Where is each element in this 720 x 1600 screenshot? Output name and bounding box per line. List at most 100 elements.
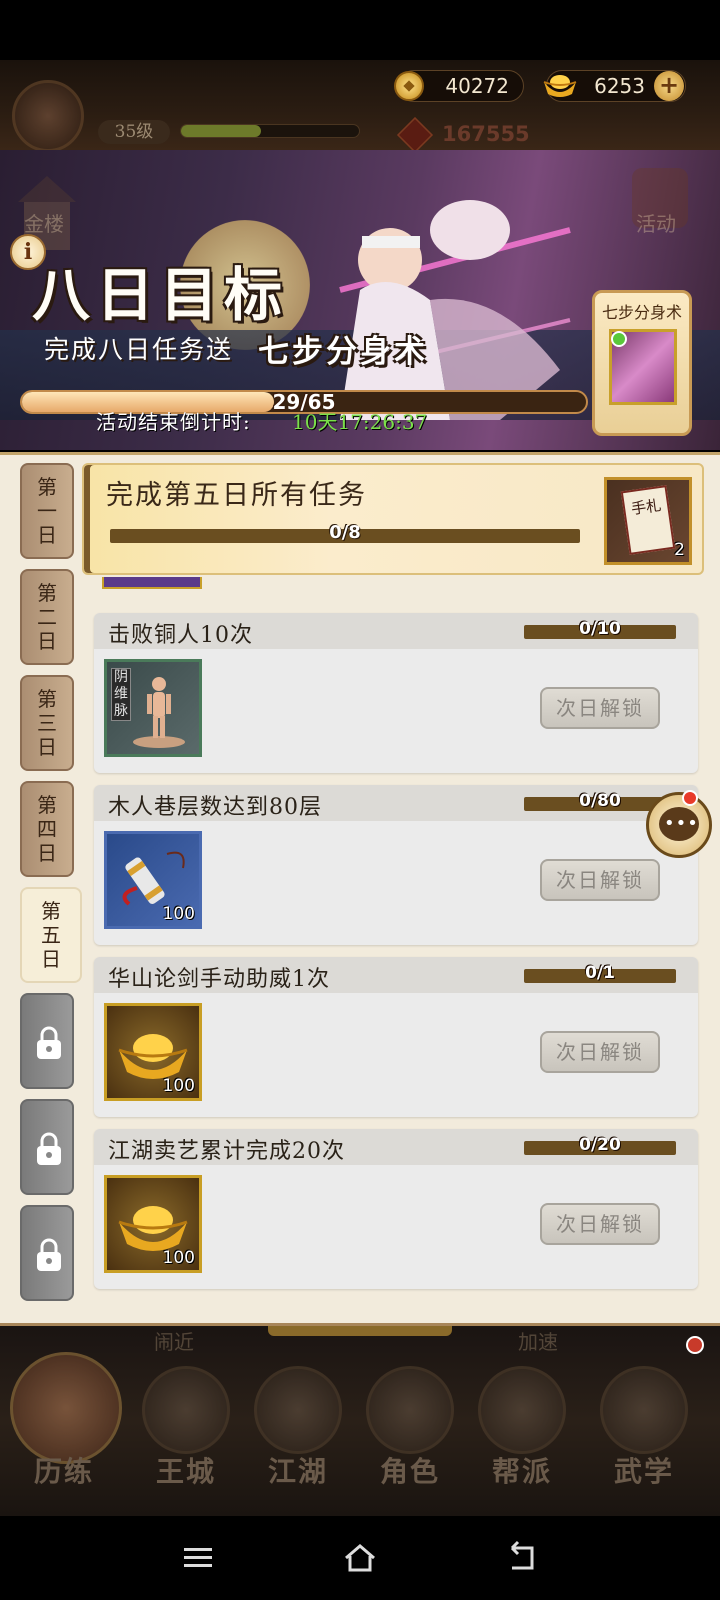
martial-arts-icon [600,1366,688,1454]
reward-item[interactable]: 100 [104,1003,202,1101]
nav-label: 角色 [379,1455,440,1488]
nav-martial-arts[interactable]: 武学 [596,1366,692,1506]
reward-item[interactable]: 100 [104,831,202,929]
status-bar [0,0,720,60]
gold-ingot-icon [543,75,577,97]
green-badge-icon [611,331,627,347]
tab-text: 五 [41,923,61,947]
day-task-title: 完成第五日所有任务 [106,480,367,511]
previous-item-stub [102,577,202,589]
item-count: 100 [162,1248,195,1268]
add-ingots-button[interactable]: + [654,71,684,101]
item-count: 100 [162,1076,195,1096]
nav-character[interactable]: 角色 [362,1366,458,1506]
chat-button[interactable]: ••• [646,792,712,858]
tab-day-6-locked[interactable] [20,993,74,1089]
tab-day-1[interactable]: 第一日 [20,463,74,559]
task-progress-bar: 0/20 [524,1135,676,1155]
task-header: 华山论剑手动助威1次 0/1 [94,957,698,993]
notification-dot [682,790,698,806]
task-panel: 第一日 第二日 第三日 第四日 第五日 完成第五日所有任务 0/8 手札 2 击… [0,452,720,1326]
coin-icon [394,71,424,101]
tab-text: 三 [37,711,57,735]
nav-jianghu[interactable]: 江湖 [250,1366,346,1506]
task-progress-bar: 0/10 [524,619,676,639]
tab-text: 第 [41,899,61,923]
top-hud: 35级 40272 6253 + 167555 [0,60,720,154]
tab-text: 第 [37,475,57,499]
lock-icon [37,1238,61,1271]
back-icon[interactable] [502,1538,542,1578]
tab-text: 日 [37,735,57,759]
day-reward-item[interactable]: 手札 2 [604,477,692,565]
nav-training[interactable]: 历练 [10,1352,122,1506]
tab-day-2[interactable]: 第二日 [20,569,74,665]
bottom-nav: 闹近 加速 历练 王城 江湖 角色 帮派 武学 [0,1326,720,1516]
exp-bar [180,124,360,138]
item-count: 100 [162,904,195,924]
manual-book-icon: 手札 [620,485,676,555]
exp-bar-fill [181,125,262,137]
task-title: 击败铜人10次 [108,623,253,648]
ingot-amount: 6253 [594,74,645,98]
task-progress: 0/20 [579,1135,621,1155]
day-task-progress-bar: 0/8 [110,522,580,543]
tab-text: 第 [37,793,57,817]
task-title: 华山论剑手动助威1次 [108,967,330,992]
nav-label: 武学 [613,1455,674,1488]
nav-guild[interactable]: 帮派 [474,1366,570,1506]
final-reward-card[interactable]: 七步分身术 [592,290,692,436]
combat-power: 167555 [396,116,530,154]
task-card: 华山论剑手动助威1次 0/1 100 次日解锁 [94,957,698,1117]
task-progress: 0/1 [585,963,615,983]
reward-item[interactable]: 100 [104,1175,202,1273]
tab-day-8-locked[interactable] [20,1205,74,1301]
coin-amount: 40272 [445,74,509,98]
side-building-label: 金楼 [24,212,64,236]
task-card: 木人巷层数达到80层 0/80 100 次日解锁 [94,785,698,945]
unlock-next-day-button[interactable]: 次日解锁 [540,1203,660,1245]
ghost-center-bar [268,1326,452,1336]
menu-icon[interactable] [178,1538,218,1578]
nav-label: 历练 [33,1455,94,1488]
reward-item[interactable]: 阴维脉 [104,659,202,757]
nav-label: 王城 [155,1455,216,1488]
tab-day-5[interactable]: 第五日 [20,887,82,983]
task-title: 江湖卖艺累计完成20次 [108,1139,345,1164]
unlock-next-day-button[interactable]: 次日解锁 [540,1031,660,1073]
day-complete-task: 完成第五日所有任务 0/8 手札 2 [82,463,704,575]
task-header: 击败铜人10次 0/10 [94,613,698,649]
side-activity-label: 活动 [636,212,676,236]
unlock-next-day-button[interactable]: 次日解锁 [540,687,660,729]
royal-city-icon [142,1366,230,1454]
player-avatar[interactable] [12,80,84,152]
tab-day-4[interactable]: 第四日 [20,781,74,877]
task-card: 击败铜人10次 0/10 阴维脉 次日解锁 [94,613,698,773]
power-icon [396,116,434,154]
task-progress: 0/10 [579,619,621,639]
task-progress-bar: 0/1 [524,963,676,983]
day-task-progress: 0/8 [329,522,361,543]
final-reward-title: 七步分身术 [601,303,682,322]
home-icon[interactable] [340,1538,380,1578]
nav-label: 江湖 [267,1455,328,1488]
tab-text: 四 [37,817,57,841]
tab-text: 日 [37,629,57,653]
task-list[interactable]: 击败铜人10次 0/10 阴维脉 次日解锁 木人巷层数达到80层 0/80 10… [90,577,704,1321]
tab-text: 日 [41,947,61,971]
event-subtitle: 完成八日任务送 [44,335,234,364]
tab-text: 日 [37,523,57,547]
tab-day-3[interactable]: 第三日 [20,675,74,771]
tab-day-7-locked[interactable] [20,1099,74,1195]
task-title: 木人巷层数达到80层 [108,795,322,820]
countdown-label: 活动结束倒计时: [96,410,251,434]
lock-icon [37,1132,61,1165]
manual-book-label: 手札 [630,496,663,519]
ghost-label-left: 闹近 [154,1330,194,1354]
guild-icon [478,1366,566,1454]
nav-label: 帮派 [491,1455,552,1488]
unlock-next-day-button[interactable]: 次日解锁 [540,859,660,901]
nav-royal-city[interactable]: 王城 [138,1366,234,1506]
notification-dot [686,1336,704,1354]
event-skill-name: 七步分身术 [258,334,428,370]
